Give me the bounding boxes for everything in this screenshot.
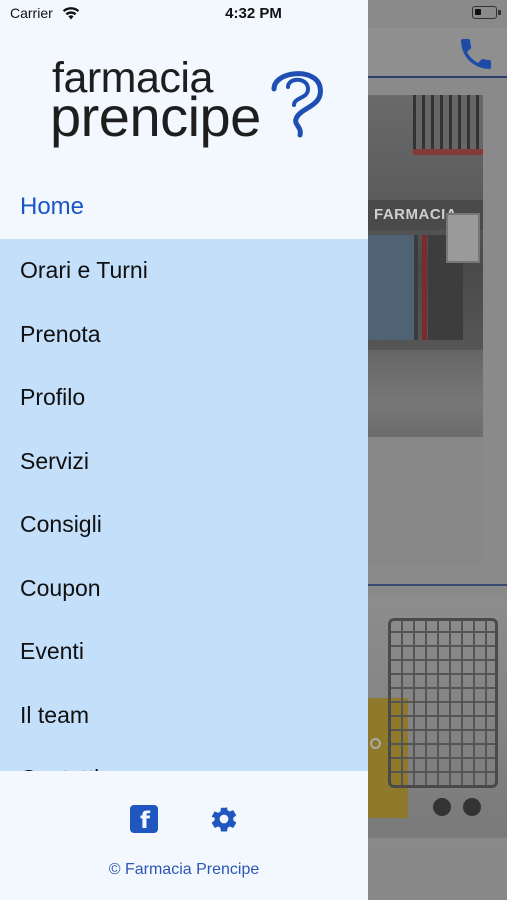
menu-item-contatti[interactable]: Contatti [0,747,368,771]
menu-item-prenota[interactable]: Prenota [0,303,368,367]
menu-item-home[interactable]: Home [0,176,368,239]
clock: 4:32 PM [225,5,282,22]
gear-icon[interactable] [209,804,239,834]
divider [368,584,507,586]
menu-item-eventi[interactable]: Eventi [0,620,368,684]
background-card [368,848,507,900]
pharmacy-storefront-image: FARMACIA [368,95,483,437]
shopping-cart-image [368,598,507,838]
logo-ear-mark-icon [271,71,323,138]
menu-item-profilo[interactable]: Profilo [0,366,368,430]
menu-item-consigli[interactable]: Consigli [0,493,368,557]
drawer-footer: f © Farmacia Prencipe [0,771,368,900]
menu-list: Orari e Turni Prenota Profilo Servizi Co… [0,239,368,771]
battery-icon [472,6,501,19]
facebook-icon[interactable]: f [130,805,158,834]
menu-item-servizi[interactable]: Servizi [0,430,368,494]
status-bar: Carrier 4:32 PM [0,0,507,28]
carousel-indicator [370,738,381,749]
brand-logo: farmacia prencipe [50,55,340,150]
menu-item-il-team[interactable]: Il team [0,684,368,748]
copyright-text: © Farmacia Prencipe [108,861,260,878]
menu-item-coupon[interactable]: Coupon [0,557,368,621]
navigation-drawer: farmacia prencipe Home Orari e Turni Pre… [0,0,368,900]
menu-item-orari-e-turni[interactable]: Orari e Turni [0,239,368,303]
phone-icon[interactable] [456,34,496,74]
logo-text-line2: prencipe [50,85,261,148]
